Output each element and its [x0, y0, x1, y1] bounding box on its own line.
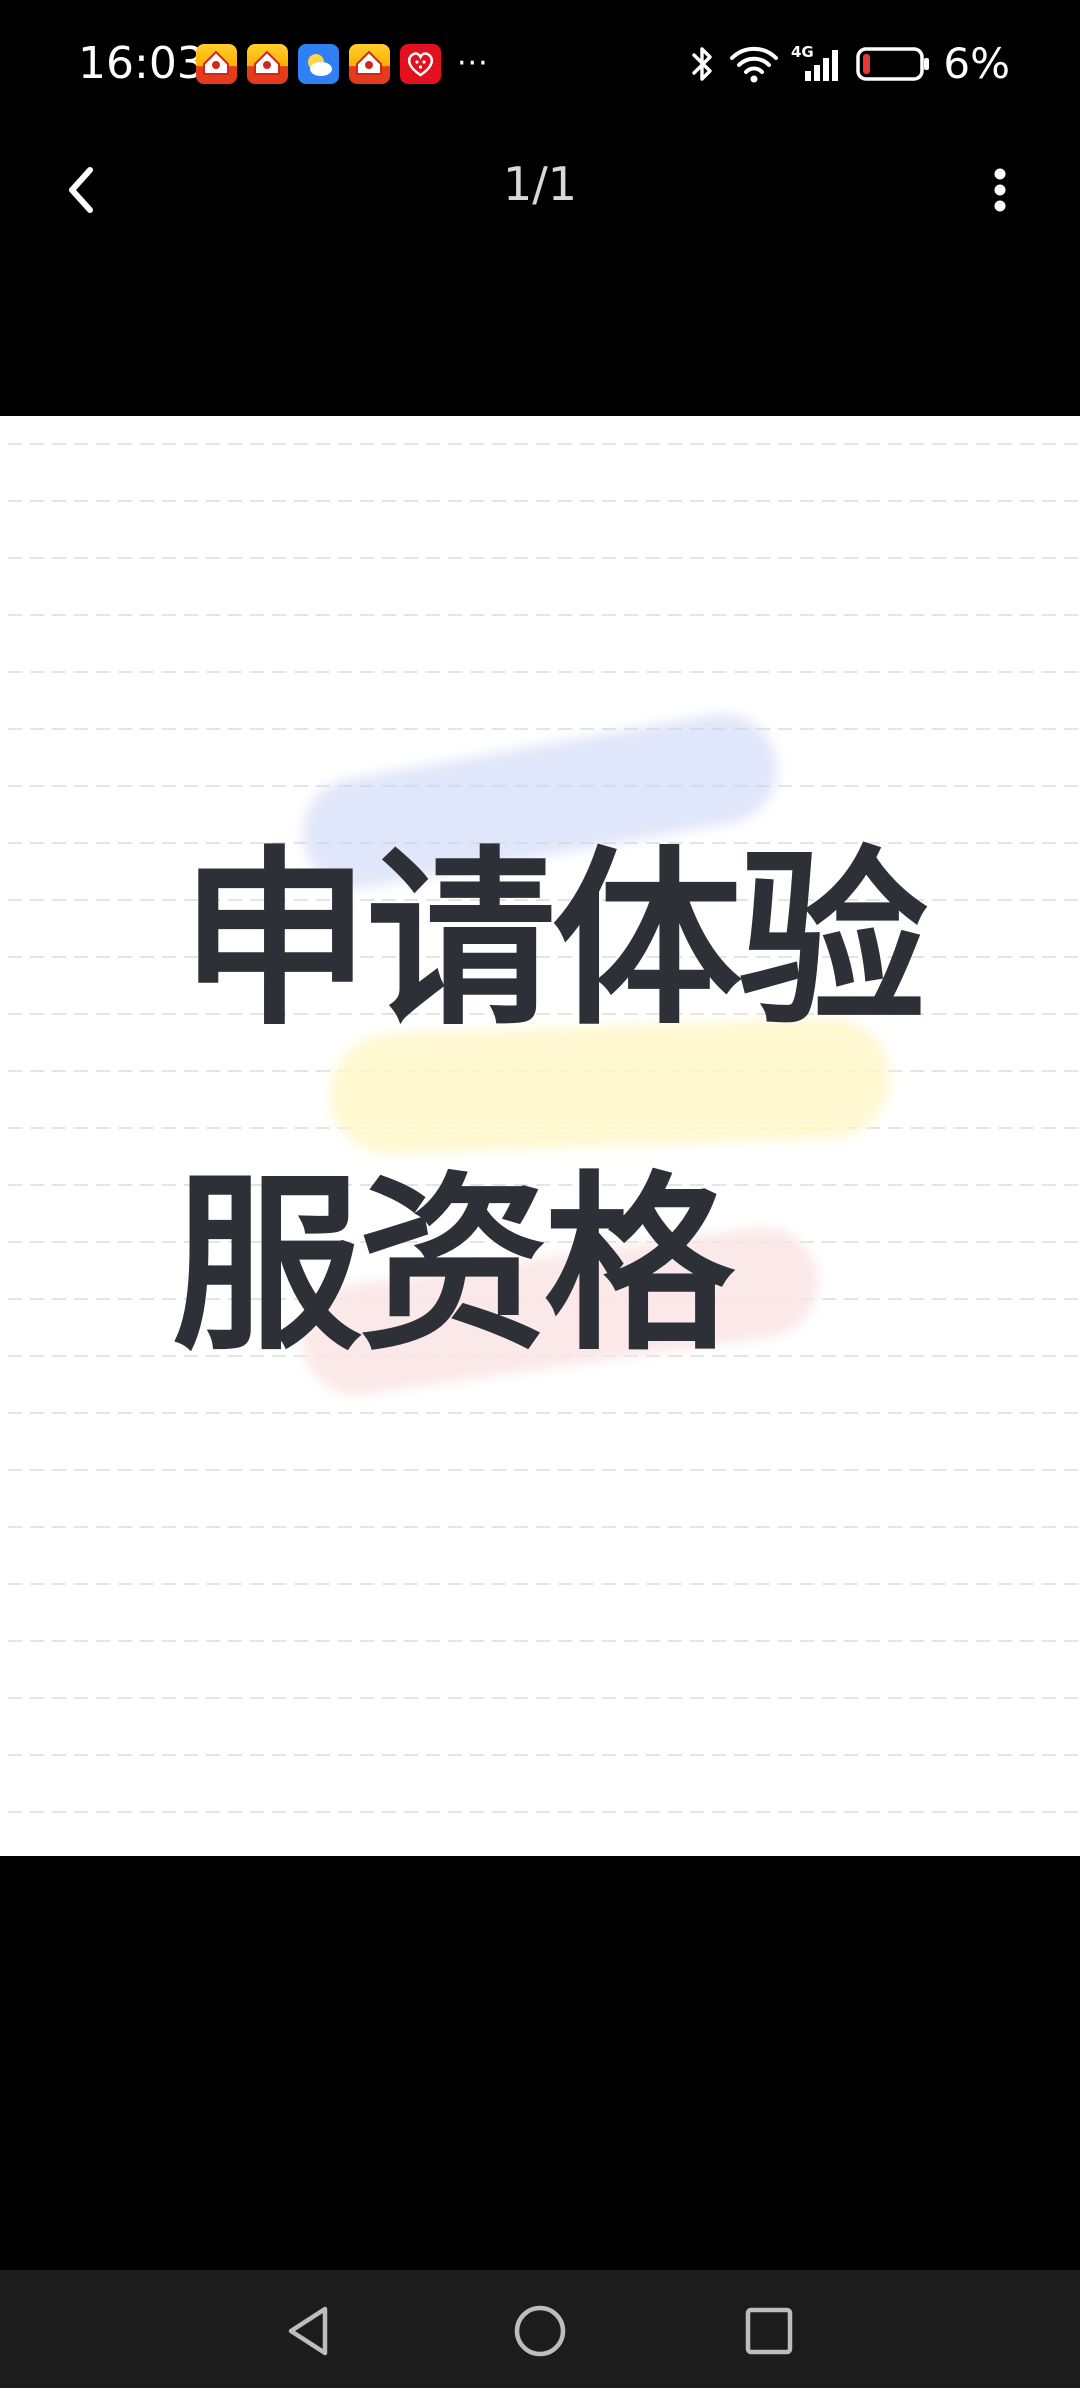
status-time: 16:03 — [78, 38, 205, 89]
bluetooth-icon — [687, 43, 717, 85]
square-recents-icon — [745, 2307, 793, 2355]
page-counter: 1/1 — [502, 157, 578, 211]
circle-home-icon — [514, 2305, 566, 2357]
weather-app-icon — [298, 44, 339, 84]
triangle-back-icon — [288, 2306, 328, 2356]
battery-icon — [855, 43, 931, 85]
nav-recents-button[interactable] — [734, 2296, 804, 2366]
house-app-icon — [247, 44, 288, 84]
nav-back-button[interactable] — [274, 2296, 344, 2366]
viewed-image[interactable]: 申请体验 服资格 — [0, 416, 1080, 1856]
battery-level-fill — [863, 54, 871, 74]
4g-signal-icon: 4G — [791, 43, 843, 85]
viewer-toolbar: 1/1 — [0, 130, 1080, 240]
battery-percent: 6% — [943, 39, 1010, 88]
headline-line-1: 申请体验 — [180, 830, 928, 1051]
more-vertical-icon — [994, 168, 1006, 212]
more-options-button[interactable] — [960, 150, 1040, 230]
system-navigation-bar — [0, 2270, 1080, 2388]
headline-line-2: 服资格 — [172, 1155, 734, 1376]
house-app-icon — [196, 44, 237, 84]
wifi-icon — [729, 43, 779, 85]
heart-app-icon — [400, 44, 441, 84]
network-type-label: 4G — [791, 43, 814, 61]
system-icons: 4G 6% — [687, 38, 1010, 90]
notification-icons: ··· — [196, 44, 489, 84]
more-notifications-indicator: ··· — [457, 46, 489, 81]
status-bar: 16:03 ··· 4G 6% — [0, 0, 1080, 130]
house-app-icon — [349, 44, 390, 84]
nav-home-button[interactable] — [505, 2296, 575, 2366]
